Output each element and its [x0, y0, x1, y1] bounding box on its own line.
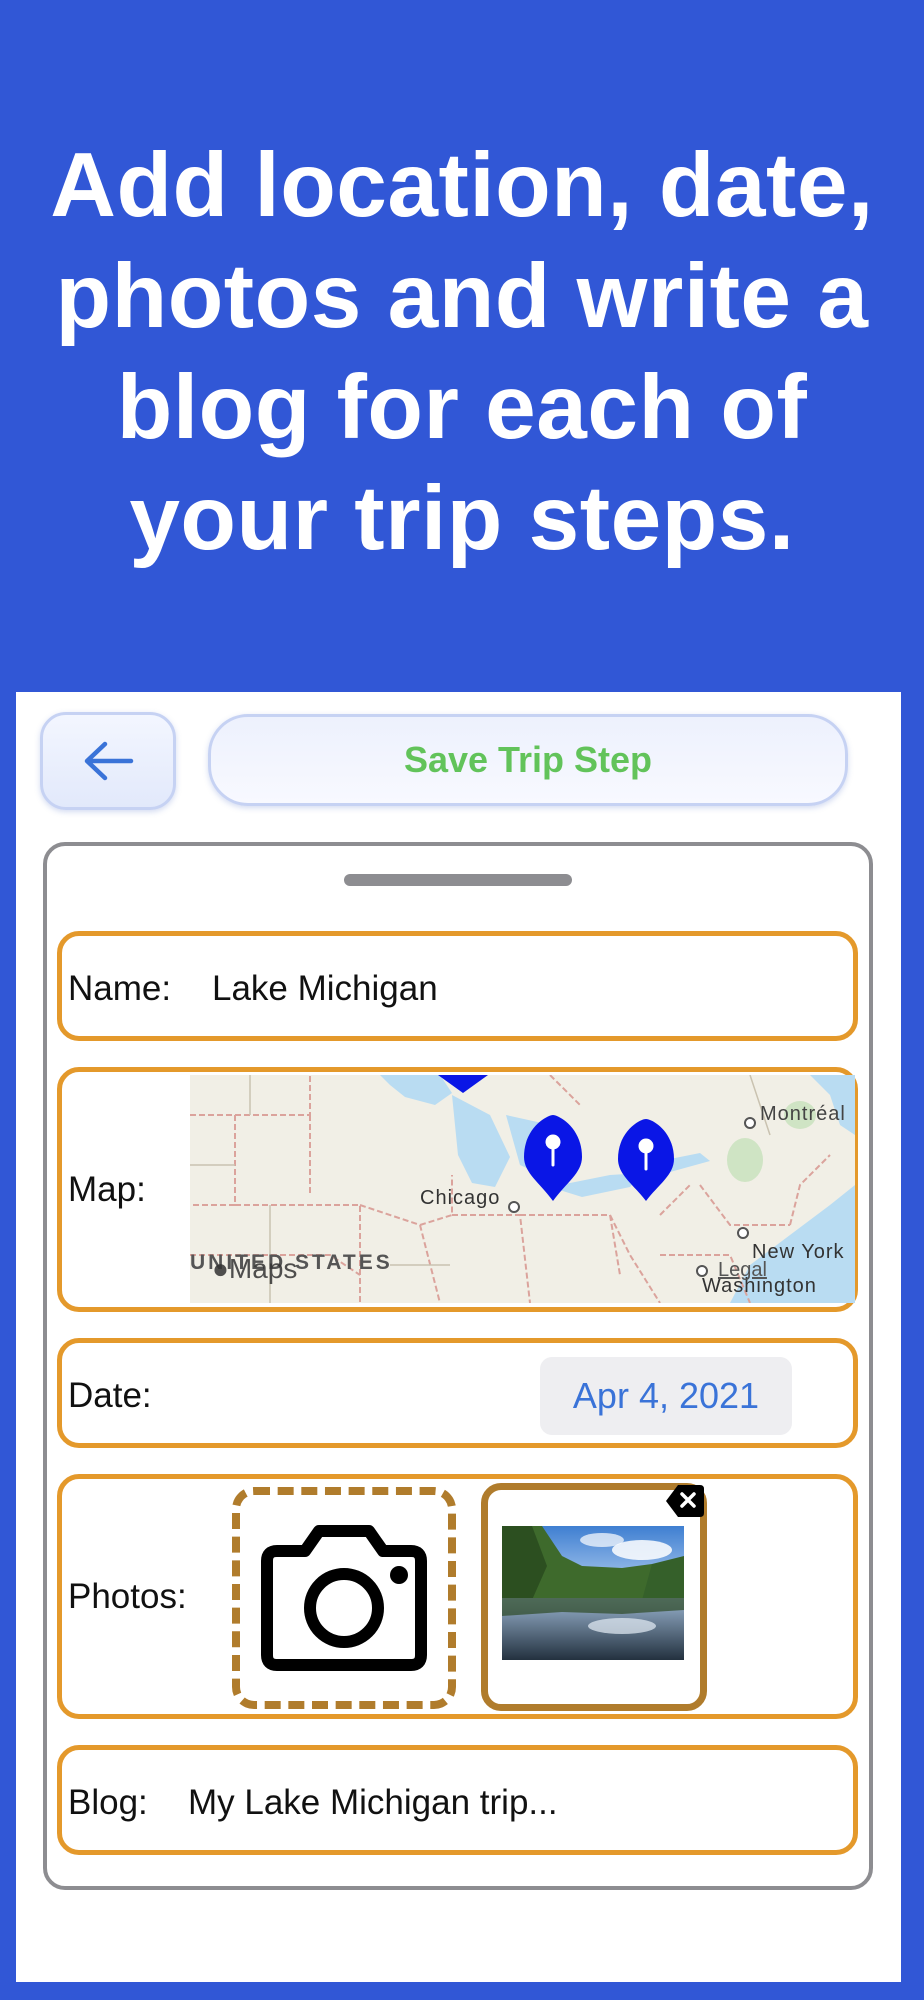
back-button[interactable] [40, 712, 176, 810]
map-attribution-text: Maps [228, 1253, 298, 1284]
headline-line-3: blog for each of [116, 357, 808, 458]
map-view[interactable]: Montréal Chicago New York Washington UNI… [190, 1075, 855, 1303]
headline-line-1: Add location, date, [50, 135, 874, 236]
map-label: Map: [68, 1170, 146, 1209]
blog-preview[interactable]: My Lake Michigan trip... [188, 1783, 558, 1823]
camera-icon [261, 1525, 427, 1671]
save-trip-step-button[interactable]: Save Trip Step [208, 714, 848, 806]
apple-logo-icon: ● [212, 1253, 229, 1284]
lake-photo [502, 1526, 684, 1660]
headline: Add location, date, photos and write a b… [0, 130, 924, 574]
map-city-montreal: Montréal [760, 1103, 846, 1125]
headline-line-2: photos and write a [55, 246, 869, 347]
date-row: Date: Apr 4, 2021 [57, 1338, 858, 1448]
blog-row[interactable]: Blog: My Lake Michigan trip... [57, 1745, 858, 1855]
photos-label: Photos: [68, 1577, 187, 1616]
map-attribution: ●Maps [212, 1253, 297, 1285]
name-value[interactable]: Lake Michigan [212, 969, 438, 1009]
phone-screen: Save Trip Step Name: Lake Michigan Map: [16, 692, 901, 1982]
date-label: Date: [68, 1376, 152, 1415]
blog-label: Blog: [68, 1783, 148, 1822]
map-city-chicago: Chicago [420, 1187, 501, 1209]
photos-row: Photos: [57, 1474, 858, 1719]
trip-step-sheet: Name: Lake Michigan Map: Montréal Chicag… [43, 842, 873, 1890]
name-row[interactable]: Name: Lake Michigan [57, 931, 858, 1041]
date-picker[interactable]: Apr 4, 2021 [540, 1357, 792, 1435]
map-legal-link[interactable]: Legal [718, 1259, 767, 1282]
headline-line-4: your trip steps. [129, 468, 795, 569]
delete-icon[interactable] [664, 1483, 706, 1519]
add-photo-button[interactable] [232, 1487, 456, 1709]
map-row: Map: Montréal Chicago New York Washingto… [57, 1067, 858, 1312]
name-label: Name: [68, 969, 172, 1008]
sheet-grabber[interactable] [344, 874, 572, 886]
arrow-left-icon [84, 741, 134, 781]
